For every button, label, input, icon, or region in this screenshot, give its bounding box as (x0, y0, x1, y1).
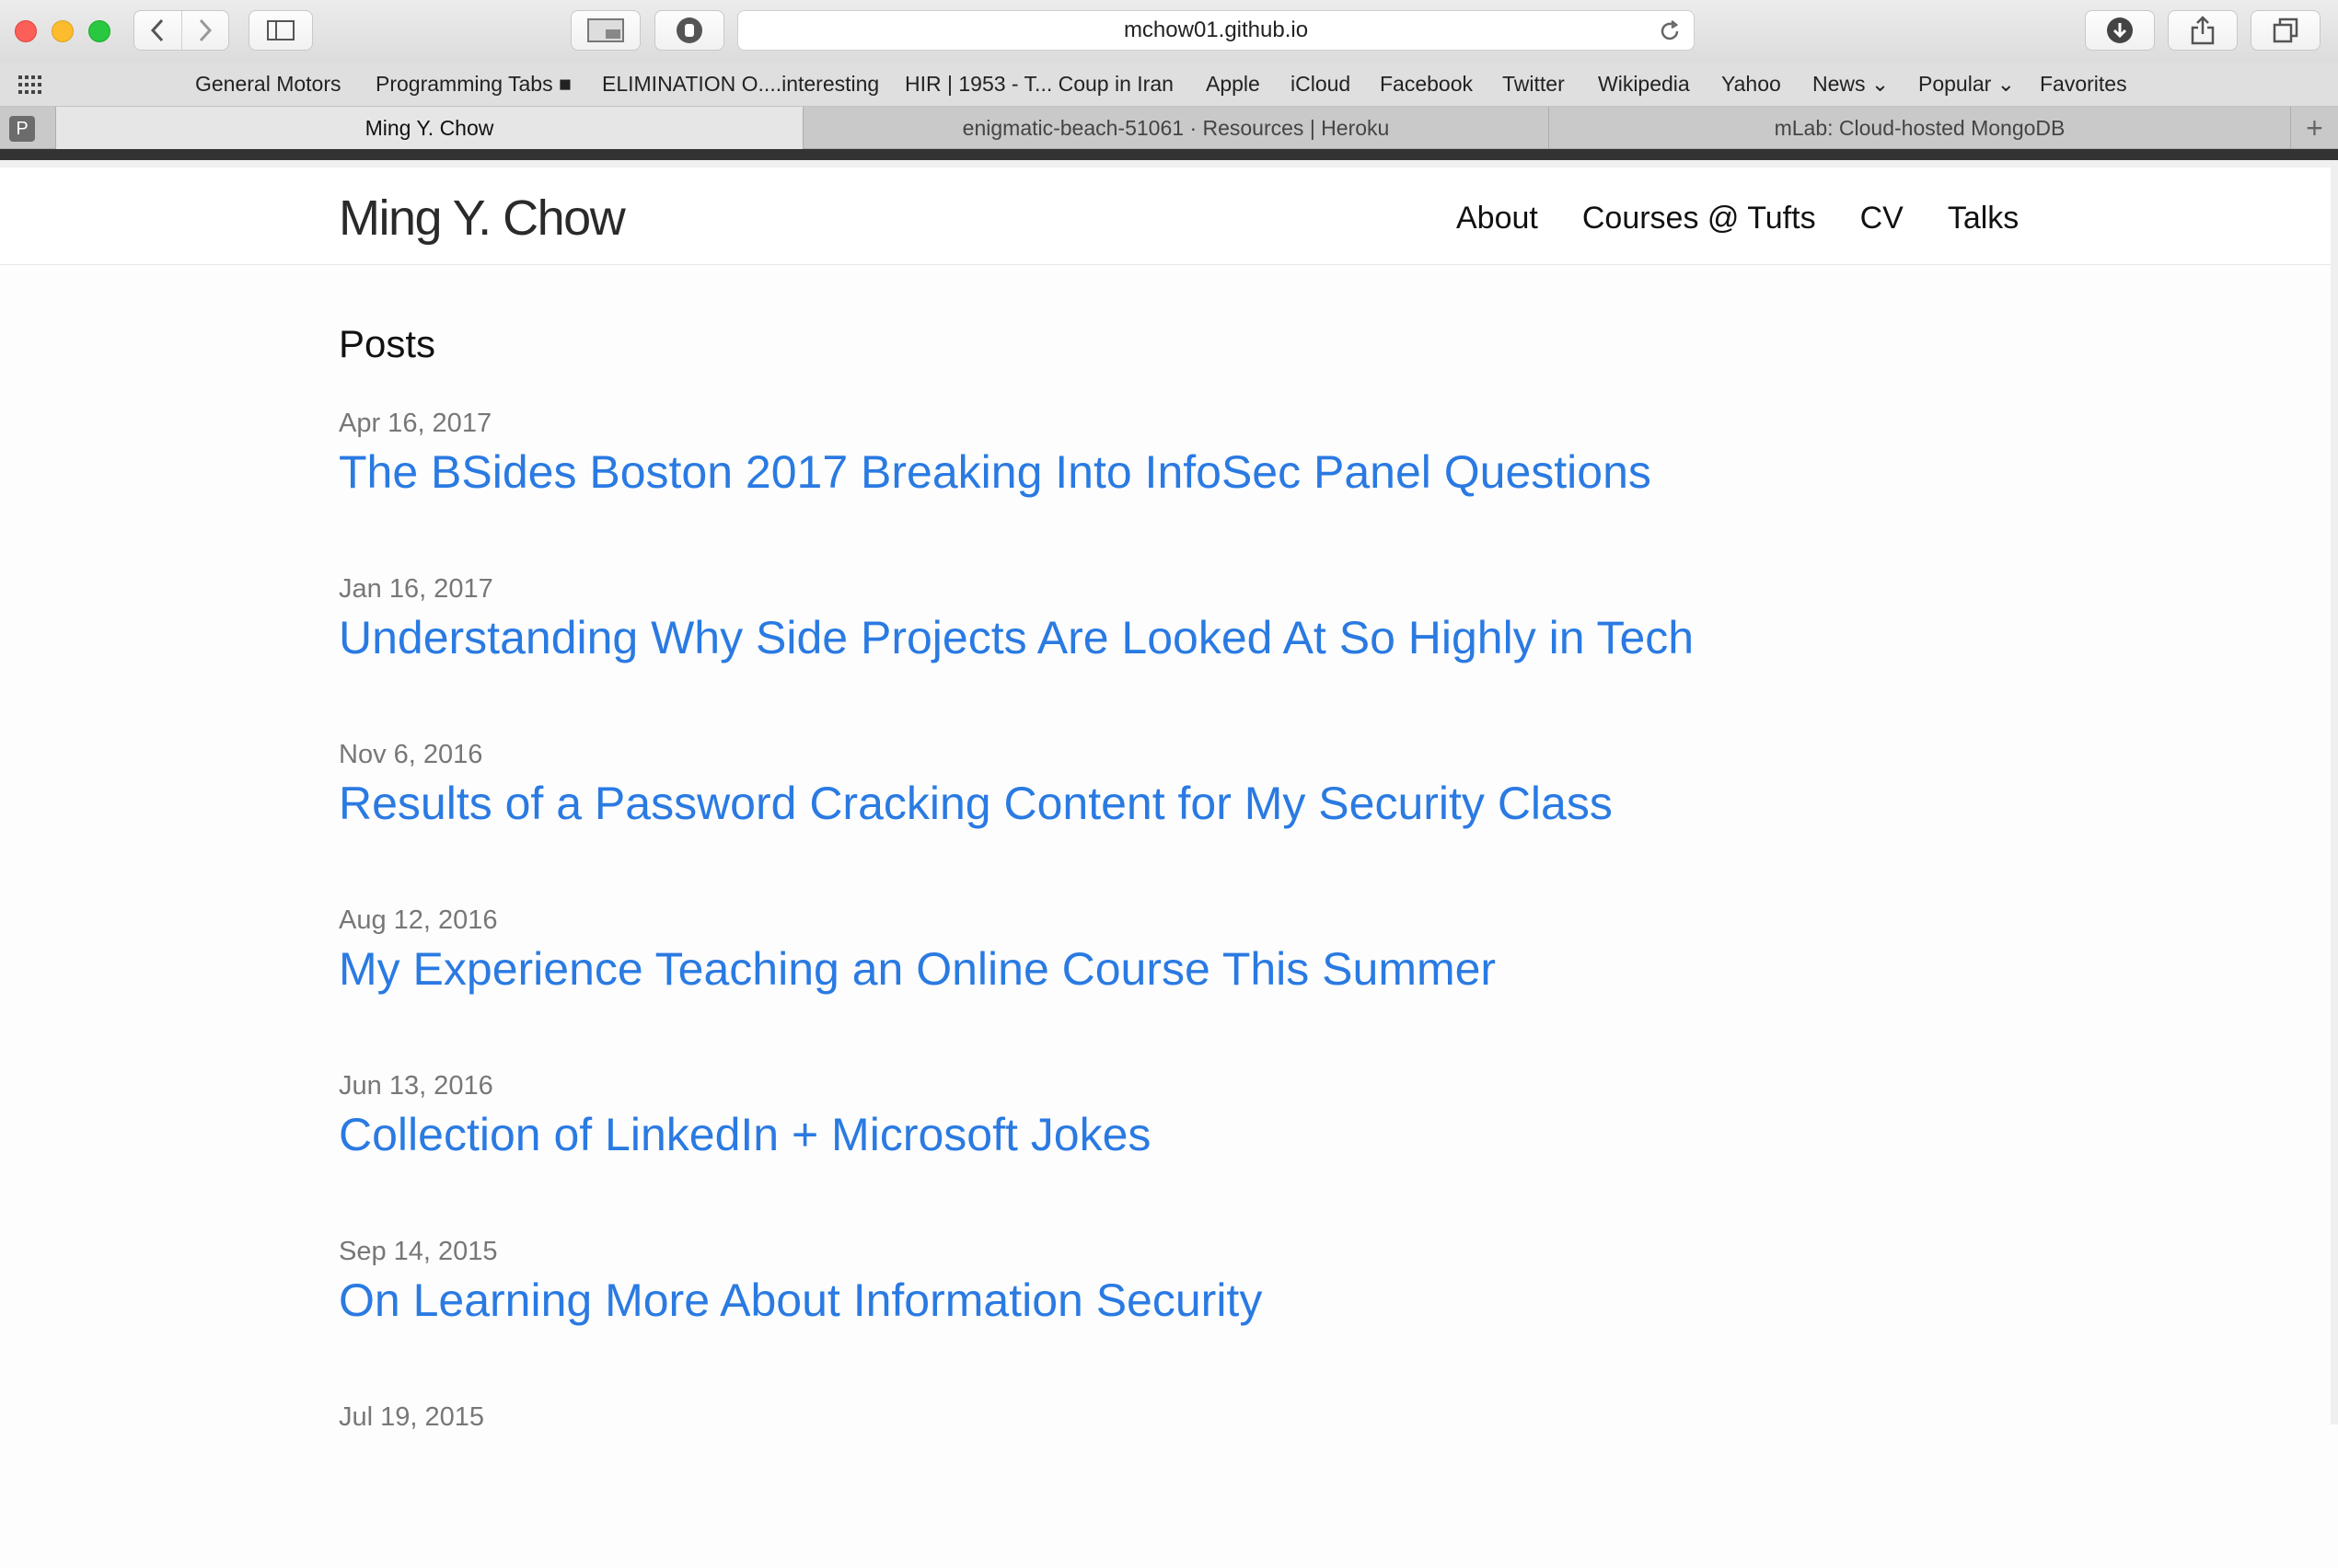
post-date: Sep 14, 2015 (339, 1237, 498, 1266)
window-controls (15, 20, 110, 42)
forward-button[interactable] (180, 11, 229, 50)
tab-heroku[interactable]: enigmatic-beach-51061 · Resources | Hero… (803, 107, 1548, 149)
back-button[interactable] (134, 11, 181, 50)
tab-title: mLab: Cloud-hosted MongoDB (1774, 115, 2066, 140)
post-item: Jul 19, 2015 (339, 1402, 2088, 1568)
share-screen-icon (587, 18, 624, 42)
posts-heading: Posts (339, 322, 436, 365)
tab-title: enigmatic-beach-51061 · Resources | Hero… (962, 115, 1390, 140)
tab-mlab[interactable]: mLab: Cloud-hosted MongoDB (1548, 107, 2290, 149)
bookmark-programming-tabs[interactable]: Programming Tabs ■ (376, 72, 572, 97)
downloads-icon (2107, 17, 2133, 43)
pinned-tab-icon: P (16, 118, 29, 139)
bookmark-facebook[interactable]: Facebook (1380, 72, 1473, 97)
bookmark-yahoo[interactable]: Yahoo (1721, 72, 1781, 97)
reload-icon[interactable] (1657, 18, 1683, 44)
post-list: Apr 16, 2017 The BSides Boston 2017 Brea… (339, 409, 2088, 1568)
post-date: Jul 19, 2015 (339, 1402, 485, 1432)
post-link[interactable]: The BSides Boston 2017 Breaking Into Inf… (339, 447, 2088, 498)
share-screen-button[interactable] (571, 10, 641, 51)
site-nav: About Courses @ Tufts CV Talks (1456, 201, 2019, 236)
bookmark-favorites[interactable]: Favorites (2040, 72, 2127, 97)
bookmark-twitter[interactable]: Twitter (1502, 72, 1565, 97)
share-button[interactable] (2168, 10, 2238, 51)
privacy-button[interactable] (654, 10, 724, 51)
post-link[interactable]: Understanding Why Side Projects Are Look… (339, 613, 2088, 663)
scrollbar-track[interactable] (2331, 160, 2338, 1424)
nav-cv[interactable]: CV (1860, 201, 1904, 236)
sidebar-icon (267, 20, 295, 40)
post-link[interactable]: Results of a Password Cracking Content f… (339, 778, 2088, 829)
bookmark-news-menu[interactable]: News ⌄ (1812, 72, 1889, 97)
bookmarks-bar: General Motors Programming Tabs ■ ELIMIN… (0, 63, 2338, 107)
bookmark-wikipedia[interactable]: Wikipedia (1598, 72, 1690, 97)
bookmark-elimination[interactable]: ELIMINATION O....interesting (602, 72, 879, 97)
browser-toolbar: mchow01.github.io (0, 0, 2338, 63)
post-item: Nov 6, 2016 Results of a Password Cracki… (339, 740, 2088, 905)
zoom-window-button[interactable] (88, 20, 110, 42)
post-link[interactable]: Collection of LinkedIn + Microsoft Jokes (339, 1110, 2088, 1160)
pinned-tab[interactable]: P (9, 116, 35, 142)
minimize-window-button[interactable] (52, 20, 74, 42)
back-icon (151, 18, 164, 42)
post-date: Nov 6, 2016 (339, 740, 483, 769)
post-date: Jan 16, 2017 (339, 574, 493, 604)
bookmark-icloud[interactable]: iCloud (1291, 72, 1350, 97)
privacy-hand-icon (677, 17, 702, 43)
tabs-overview-icon (2273, 17, 2298, 43)
post-date: Apr 16, 2017 (339, 409, 492, 438)
url-text: mchow01.github.io (1123, 17, 1309, 42)
downloads-button[interactable] (2085, 10, 2155, 51)
bookmark-popular-menu[interactable]: Popular ⌄ (1918, 72, 2015, 97)
nav-talks[interactable]: Talks (1948, 201, 2019, 236)
history-nav (133, 10, 229, 51)
grid-icon[interactable] (18, 75, 46, 94)
site-title-link[interactable]: Ming Y. Chow (339, 190, 626, 247)
sidebar-button[interactable] (249, 10, 313, 51)
close-window-button[interactable] (15, 20, 37, 42)
web-page: Ming Y. Chow About Courses @ Tufts CV Ta… (0, 160, 2338, 1432)
forward-icon (199, 18, 212, 42)
plus-icon: + (2306, 110, 2323, 144)
post-item: Aug 12, 2016 My Experience Teaching an O… (339, 905, 2088, 1071)
post-item: Apr 16, 2017 The BSides Boston 2017 Brea… (339, 409, 2088, 574)
tab-bar: P Ming Y. Chow enigmatic-beach-51061 · R… (0, 107, 2338, 149)
post-date: Aug 12, 2016 (339, 905, 498, 935)
tabs-overview-button[interactable] (2251, 10, 2321, 51)
content-divider (0, 149, 2338, 160)
post-item: Sep 14, 2015 On Learning More About Info… (339, 1237, 2088, 1402)
tab-title: Ming Y. Chow (365, 115, 494, 140)
post-link[interactable]: My Experience Teaching an Online Course … (339, 944, 2088, 995)
post-item: Jun 13, 2016 Collection of LinkedIn + Mi… (339, 1071, 2088, 1237)
new-tab-button[interactable]: + (2290, 107, 2338, 149)
tab-ming-chow[interactable]: Ming Y. Chow (55, 107, 803, 149)
site-header: Ming Y. Chow About Courses @ Tufts CV Ta… (0, 160, 2338, 265)
post-link[interactable]: On Learning More About Information Secur… (339, 1275, 2088, 1326)
address-bar[interactable]: mchow01.github.io (737, 10, 1695, 51)
bookmark-hir-coup[interactable]: HIR | 1953 - T... Coup in Iran (905, 72, 1174, 97)
post-date: Jun 13, 2016 (339, 1071, 493, 1101)
nav-about[interactable]: About (1456, 201, 1538, 236)
share-icon (2191, 16, 2215, 45)
bookmark-apple[interactable]: Apple (1206, 72, 1260, 97)
nav-courses[interactable]: Courses @ Tufts (1582, 201, 1816, 236)
bookmark-general-motors[interactable]: General Motors (195, 72, 341, 97)
post-item: Jan 16, 2017 Understanding Why Side Proj… (339, 574, 2088, 740)
